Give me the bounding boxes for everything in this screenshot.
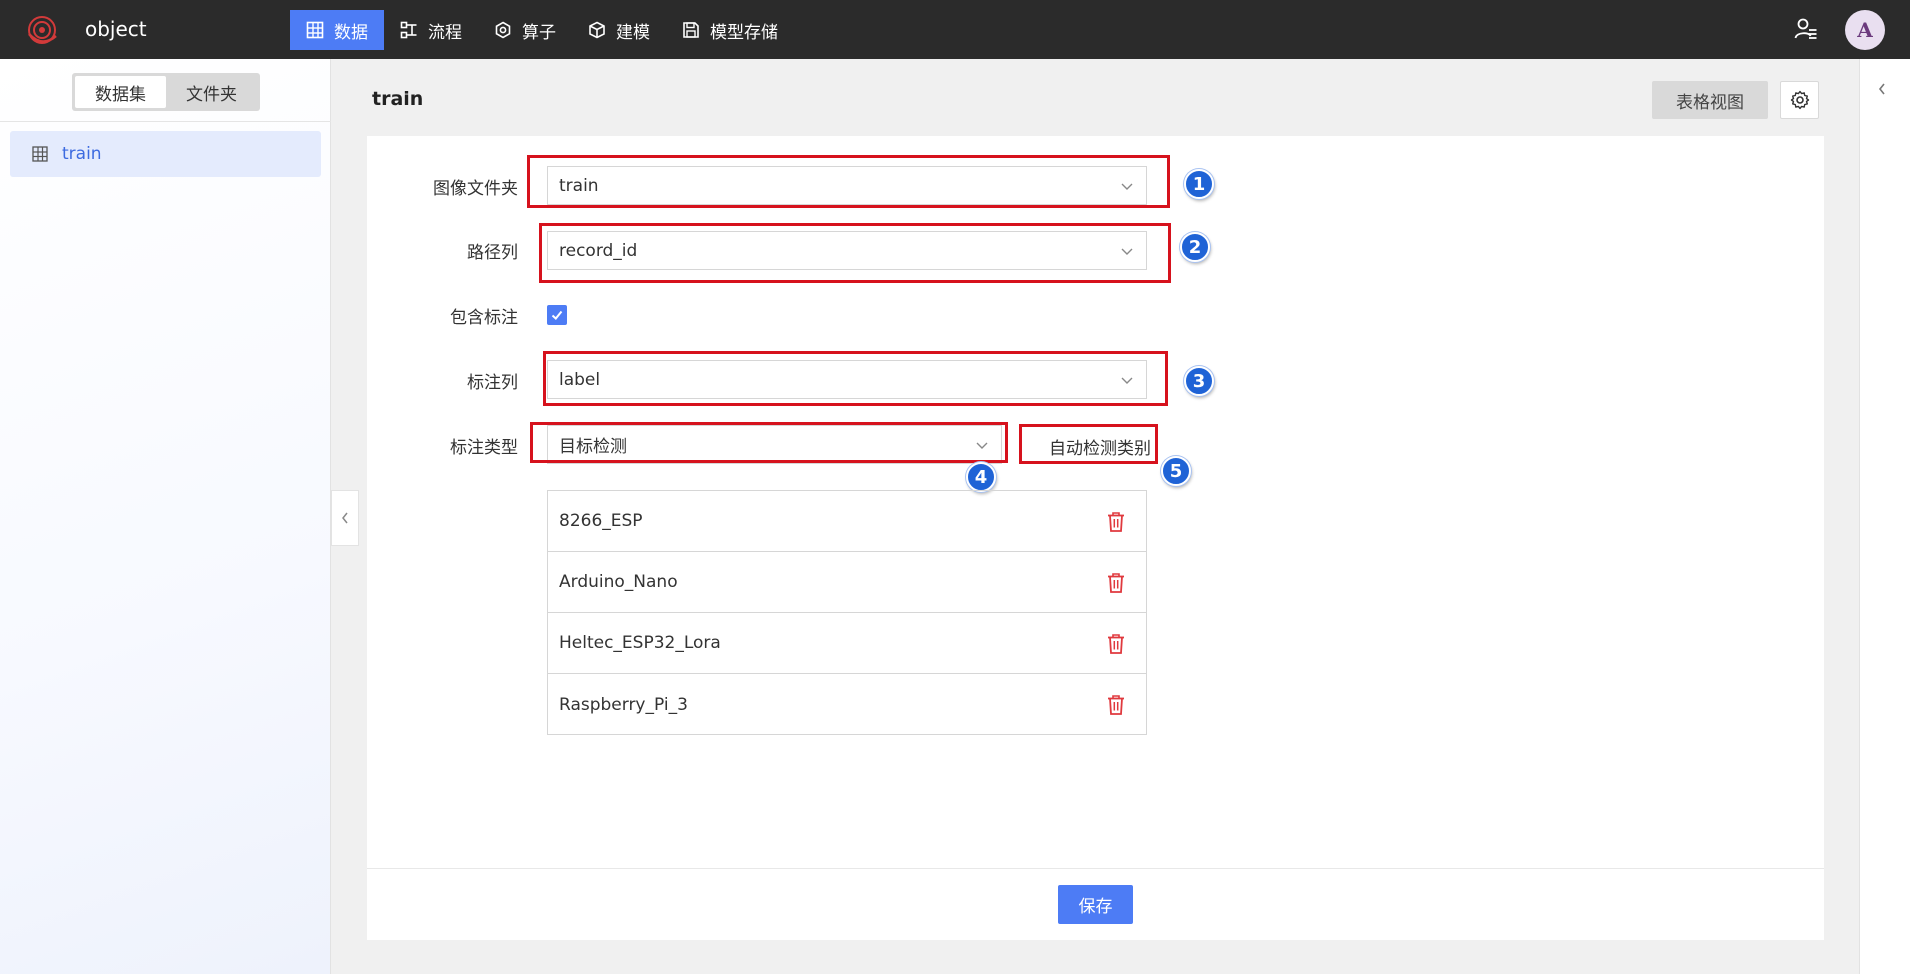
gear-icon bbox=[1790, 90, 1809, 110]
annotation-type-label: 标注类型 bbox=[450, 438, 518, 458]
table-icon bbox=[32, 146, 48, 162]
sidebar: 数据集 文件夹 train bbox=[0, 59, 331, 974]
step-badge-3: 3 bbox=[1184, 366, 1214, 396]
sidebar-item-train[interactable]: train bbox=[10, 131, 321, 177]
highlight-box-5 bbox=[1019, 424, 1158, 464]
path-column-label: 路径列 bbox=[467, 243, 518, 263]
trash-icon[interactable] bbox=[1106, 511, 1126, 533]
collapse-sidebar-button[interactable] bbox=[331, 490, 359, 546]
image-folder-label: 图像文件夹 bbox=[433, 179, 518, 199]
list-item: Arduino_Nano bbox=[548, 552, 1146, 613]
has-annotation-label: 包含标注 bbox=[450, 308, 518, 328]
tab-datasets[interactable]: 数据集 bbox=[75, 76, 166, 108]
chevron-left-icon[interactable] bbox=[1876, 81, 1888, 97]
settings-button[interactable] bbox=[1780, 81, 1819, 119]
flow-icon bbox=[400, 21, 417, 39]
avatar[interactable]: A bbox=[1845, 10, 1885, 50]
step-badge-5: 5 bbox=[1161, 456, 1191, 486]
main-nav: 数据 流程 算子 建模 模型存储 bbox=[290, 10, 794, 50]
hexagon-icon bbox=[495, 21, 511, 39]
class-name: Arduino_Nano bbox=[559, 572, 678, 592]
sidebar-divider bbox=[0, 121, 331, 122]
class-name: 8266_ESP bbox=[559, 511, 643, 531]
highlight-box-3 bbox=[543, 351, 1168, 406]
chevron-left-icon bbox=[342, 512, 348, 524]
footer-divider bbox=[367, 868, 1824, 869]
top-bar: object 数据 流程 算子 建模 模型存储 A bbox=[0, 0, 1910, 59]
annotation-column-label: 标注列 bbox=[467, 373, 518, 393]
list-item: Heltec_ESP32_Lora bbox=[548, 613, 1146, 674]
app-logo-icon[interactable] bbox=[26, 14, 58, 46]
list-item: 8266_ESP bbox=[548, 491, 1146, 552]
nav-item-label: 算子 bbox=[522, 22, 556, 43]
sidebar-segmented-control: 数据集 文件夹 bbox=[72, 73, 260, 111]
table-view-button[interactable]: 表格视图 bbox=[1652, 81, 1768, 119]
save-icon bbox=[683, 22, 699, 38]
user-list-icon[interactable] bbox=[1794, 17, 1818, 41]
class-name: Heltec_ESP32_Lora bbox=[559, 633, 721, 653]
highlight-box-2 bbox=[539, 223, 1171, 283]
right-rail bbox=[1859, 59, 1910, 974]
nav-item-label: 模型存储 bbox=[710, 22, 778, 43]
step-badge-4: 4 bbox=[966, 462, 996, 492]
nav-item-label: 建模 bbox=[616, 22, 650, 43]
list-item: Raspberry_Pi_3 bbox=[548, 674, 1146, 735]
table-icon bbox=[306, 21, 324, 39]
nav-item-modeling[interactable]: 建模 bbox=[572, 10, 666, 50]
step-badge-1: 1 bbox=[1184, 169, 1214, 199]
tab-folders[interactable]: 文件夹 bbox=[166, 76, 257, 108]
class-list: 8266_ESP Arduino_Nano Heltec_ESP32_Lora … bbox=[547, 490, 1147, 735]
check-icon bbox=[551, 310, 563, 320]
app-name: object bbox=[85, 17, 147, 41]
step-badge-2: 2 bbox=[1180, 232, 1210, 262]
nav-item-operator[interactable]: 算子 bbox=[478, 10, 572, 50]
page-title: train bbox=[372, 88, 424, 110]
nav-item-label: 数据 bbox=[334, 22, 368, 43]
trash-icon[interactable] bbox=[1106, 694, 1126, 716]
save-button[interactable]: 保存 bbox=[1058, 885, 1133, 924]
nav-item-label: 流程 bbox=[428, 22, 462, 43]
trash-icon[interactable] bbox=[1106, 572, 1126, 594]
nav-item-data[interactable]: 数据 bbox=[290, 10, 384, 50]
cube-icon bbox=[589, 21, 605, 39]
highlight-box-4 bbox=[530, 422, 1008, 463]
nav-item-model-storage[interactable]: 模型存储 bbox=[666, 10, 794, 50]
sidebar-item-label: train bbox=[62, 144, 102, 164]
has-annotation-checkbox[interactable] bbox=[547, 305, 567, 325]
trash-icon[interactable] bbox=[1106, 633, 1126, 655]
class-name: Raspberry_Pi_3 bbox=[559, 694, 688, 715]
highlight-box-1 bbox=[527, 155, 1170, 208]
nav-item-flow[interactable]: 流程 bbox=[384, 10, 478, 50]
